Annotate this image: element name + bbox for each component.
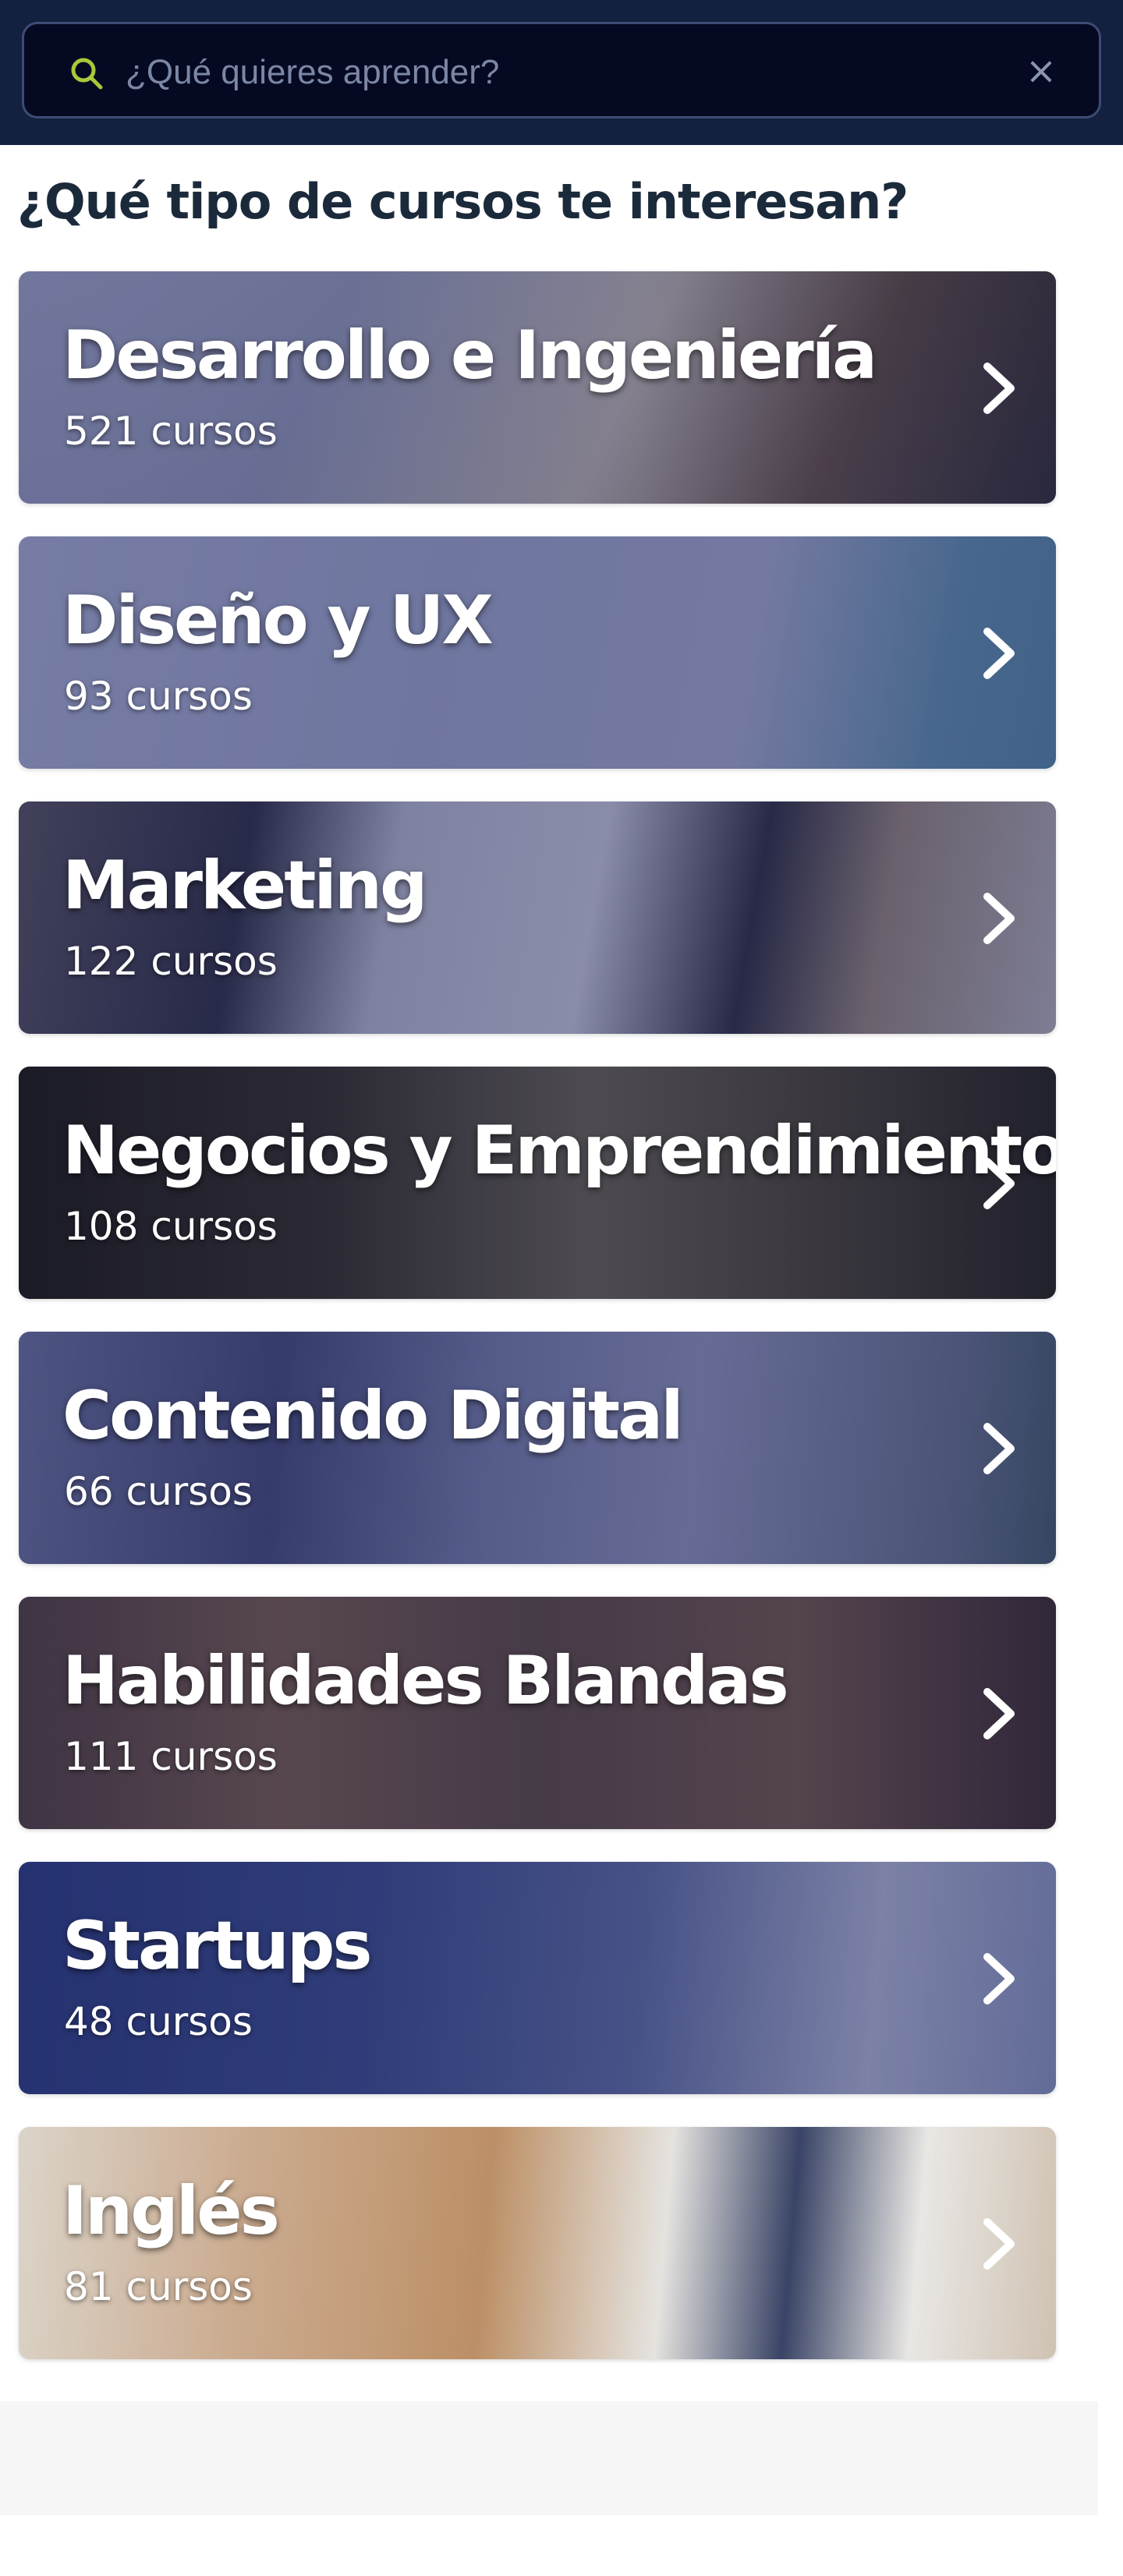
chevron-right-icon [983,2218,1015,2270]
category-count: 66 cursos [64,1469,253,1514]
category-card-negocios[interactable]: Negocios y Emprendimiento 108 cursos [19,1067,1056,1299]
category-count: 521 cursos [64,409,278,454]
chevron-right-icon [983,628,1015,679]
search-header: × [0,0,1123,145]
search-icon [71,58,103,90]
category-count: 111 cursos [64,1734,278,1779]
category-count: 93 cursos [64,674,253,719]
category-card-diseno[interactable]: Diseño y UX 93 cursos [19,536,1056,769]
footer-area [0,2401,1098,2515]
search-box[interactable]: × [22,22,1101,119]
category-count: 122 cursos [64,939,278,984]
category-title: Contenido Digital [62,1377,684,1455]
category-card-ingles[interactable]: Inglés 81 cursos [19,2127,1056,2359]
category-title: Inglés [62,2172,280,2250]
chevron-right-icon [983,1688,1015,1739]
category-card-desarrollo[interactable]: Desarrollo e Ingeniería 521 cursos [19,271,1056,504]
chevron-right-icon [983,1423,1015,1474]
category-title: Marketing [62,847,428,925]
category-title: Startups [62,1907,373,1985]
category-card-habilidades[interactable]: Habilidades Blandas 111 cursos [19,1597,1056,1829]
clear-icon[interactable]: × [1021,51,1061,91]
chevron-right-icon [983,1953,1015,2005]
category-count: 108 cursos [64,1204,278,1249]
category-card-marketing[interactable]: Marketing 122 cursos [19,801,1056,1034]
chevron-right-icon [983,1158,1015,1209]
search-input[interactable] [126,41,1022,104]
category-title: Negocios y Emprendimiento [62,1112,1056,1190]
category-list: Desarrollo e Ingeniería 521 cursos Diseñ… [19,271,1056,2392]
category-card-contenido[interactable]: Contenido Digital 66 cursos [19,1332,1056,1564]
category-count: 48 cursos [64,1999,253,2044]
category-title: Diseño y UX [62,582,494,660]
page-title: ¿Qué tipo de cursos te interesan? [17,173,909,230]
chevron-right-icon [983,893,1015,944]
category-card-startups[interactable]: Startups 48 cursos [19,1862,1056,2094]
category-title: Desarrollo e Ingeniería [62,317,877,395]
category-count: 81 cursos [64,2264,253,2309]
chevron-right-icon [983,363,1015,414]
category-title: Habilidades Blandas [62,1642,789,1720]
